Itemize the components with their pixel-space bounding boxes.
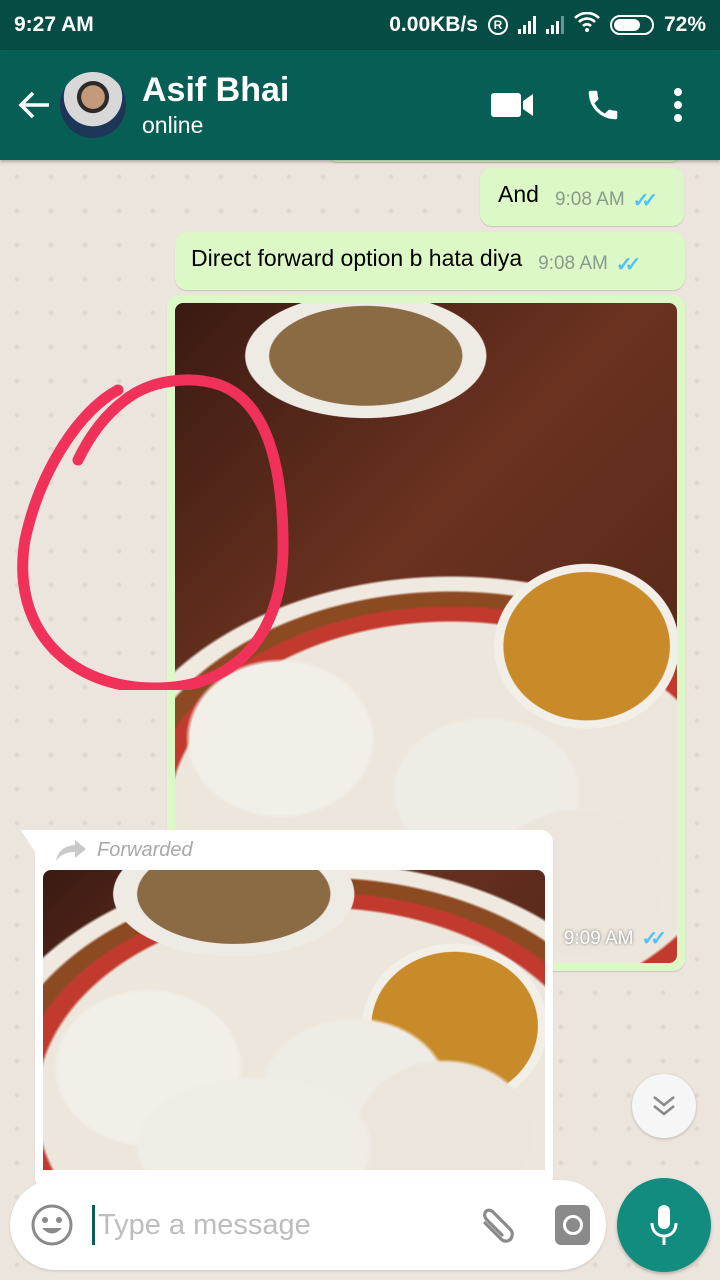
voice-message-button[interactable] [617, 1178, 711, 1272]
message-text: And [498, 180, 539, 207]
paperclip-icon [483, 1208, 514, 1243]
read-receipt-icon: ✓✓ [615, 253, 641, 276]
forwarded-image-bubble[interactable]: Forwarded [21, 830, 553, 1190]
presence-status: online [142, 112, 204, 138]
back-button[interactable] [12, 75, 56, 135]
message-time: 9:09 AM [563, 927, 634, 949]
message-bubble[interactable]: Direct forward option b hata diya 9:08 A… [175, 232, 685, 290]
contact-avatar[interactable] [60, 72, 126, 138]
read-receipt-icon: ✓✓ [641, 928, 666, 950]
status-indicators: 0.00KB/s R 72% [389, 11, 706, 38]
double-chevron-down-icon [653, 1095, 675, 1116]
message-time: 9:08 AM [554, 189, 625, 210]
status-time: 9:27 AM [14, 13, 94, 36]
status-bar: 9:27 AM 0.00KB/s R 72% [0, 0, 720, 50]
message-composer [10, 1180, 606, 1270]
read-receipt-icon: ✓✓ [632, 189, 658, 212]
message-time: 9:08 AM [538, 253, 608, 274]
message-bubble-partial[interactable] [326, 160, 682, 162]
video-call-icon [491, 93, 533, 117]
back-arrow-icon [18, 91, 49, 119]
forwarded-header: Forwarded [43, 830, 545, 870]
emoji-button[interactable] [30, 1202, 74, 1248]
more-options-icon [674, 88, 682, 122]
forwarded-label: Forwarded [97, 838, 193, 861]
signal-strength-sim2-icon [545, 16, 564, 34]
message-input[interactable] [92, 1205, 475, 1245]
microphone-icon [650, 1205, 678, 1245]
roaming-icon: R [487, 15, 508, 35]
signal-strength-icon [517, 16, 536, 34]
camera-button[interactable] [555, 1205, 590, 1245]
scroll-to-bottom-button[interactable] [632, 1074, 696, 1138]
wifi-icon [574, 11, 600, 38]
video-call-button[interactable] [468, 70, 558, 140]
message-text: Direct forward option b hata diya [191, 244, 523, 271]
emoji-icon [31, 1204, 73, 1246]
forward-arrow-icon [56, 840, 86, 861]
voice-call-button[interactable] [558, 70, 648, 140]
chat-messages[interactable]: And 9:08 AM ✓✓ Direct forward option b h… [0, 160, 720, 1280]
camera-icon [562, 1215, 583, 1235]
voice-call-icon [588, 90, 618, 120]
contact-name: Asif Bhai [142, 71, 290, 109]
more-options-button[interactable] [648, 70, 708, 140]
chat-header: Asif Bhai online [0, 50, 720, 160]
network-speed: 0.00KB/s [389, 13, 478, 36]
message-bubble[interactable]: And 9:08 AM ✓✓ [480, 168, 684, 226]
attach-button[interactable] [475, 1200, 519, 1250]
image-message-meta: 9:09 AM ✓✓ [563, 926, 667, 951]
contact-info[interactable]: Asif Bhai online [142, 70, 289, 140]
battery-icon [609, 15, 654, 35]
forwarded-food-photo[interactable] [43, 870, 545, 1170]
battery-percent: 72% [663, 13, 706, 36]
